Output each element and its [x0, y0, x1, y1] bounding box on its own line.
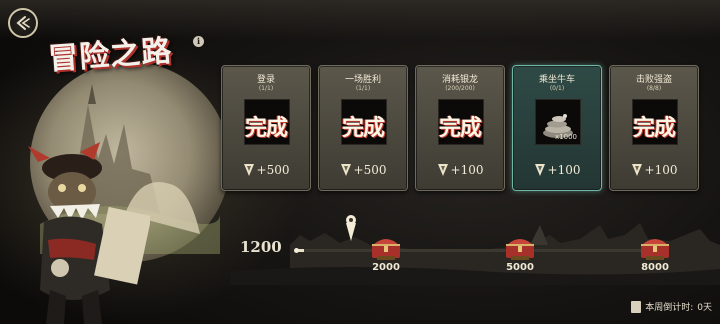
task-reward: +500: [222, 163, 310, 177]
task-reward: +100: [513, 163, 601, 177]
track-start-dot: [294, 248, 299, 253]
adventure-road-screen: 冒险之路 i 登录 (1/1) 完成 +500 一场胜利 (1/1) 完成 +5…: [0, 0, 720, 324]
reward-chest-icon[interactable]: [369, 234, 403, 262]
reward-value: +500: [256, 163, 290, 177]
task-card-ride-oxcart[interactable]: 乘坐牛车 (0/1) x1000 +100: [512, 65, 602, 191]
chest-threshold: 2000: [372, 262, 400, 273]
task-title: 一场胜利: [344, 75, 381, 85]
task-title: 乘坐牛车: [538, 75, 575, 85]
task-card-one-win[interactable]: 一场胜利 (1/1) 完成 +500: [318, 65, 408, 191]
page-title: 冒险之路: [47, 33, 174, 78]
countdown-value: 0天: [697, 303, 712, 313]
back-button[interactable]: [8, 8, 38, 38]
task-progress: (0/1): [549, 85, 565, 92]
countdown-label: 本周倒计时:: [645, 303, 694, 313]
task-reward: +100: [416, 163, 504, 177]
task-progress: (1/1): [258, 85, 274, 92]
reward-value: +100: [644, 163, 678, 177]
progress-marker-icon: [346, 215, 356, 241]
reward-value: +100: [547, 163, 581, 177]
feather-token-icon: [534, 164, 545, 176]
task-reward: +100: [610, 163, 698, 177]
chest-threshold: 8000: [641, 262, 669, 273]
task-progress: (8/8): [646, 85, 662, 92]
info-icon[interactable]: i: [193, 36, 204, 47]
reward-chest-icon[interactable]: [638, 234, 672, 262]
feather-token-icon: [631, 164, 642, 176]
task-title: 登录: [256, 75, 275, 85]
character-illustration: [28, 142, 150, 324]
weekly-countdown: 本周倒计时: 0天: [631, 300, 712, 313]
task-progress: (200/200): [445, 85, 475, 92]
feather-token-icon: [437, 164, 448, 176]
completed-stamp: 完成: [244, 115, 288, 141]
task-reward: +500: [319, 163, 407, 177]
item-count: x1000: [555, 133, 577, 141]
task-title: 击败强盗: [635, 75, 672, 85]
completed-stamp: 完成: [438, 115, 482, 141]
task-card-defeat-bandits[interactable]: 击败强盗 (8/8) 完成 +100: [609, 65, 699, 191]
back-arrow-icon: [16, 16, 30, 30]
reward-chest-icon[interactable]: [503, 234, 537, 262]
feather-token-icon: [243, 164, 254, 176]
task-progress: (1/1): [355, 85, 371, 92]
hourglass-icon: [631, 300, 642, 313]
reward-value: +500: [353, 163, 387, 177]
progress-track: [296, 249, 668, 252]
feather-token-icon: [340, 164, 351, 176]
completed-stamp: 完成: [632, 115, 676, 141]
chest-threshold: 5000: [506, 262, 534, 273]
task-title: 消耗银龙: [441, 75, 478, 85]
task-card-spend-silver[interactable]: 消耗银龙 (200/200) 完成 +100: [415, 65, 505, 191]
task-card-login[interactable]: 登录 (1/1) 完成 +500: [221, 65, 311, 191]
current-points: 1200: [240, 238, 282, 256]
completed-stamp: 完成: [341, 115, 385, 141]
reward-value: +100: [450, 163, 484, 177]
